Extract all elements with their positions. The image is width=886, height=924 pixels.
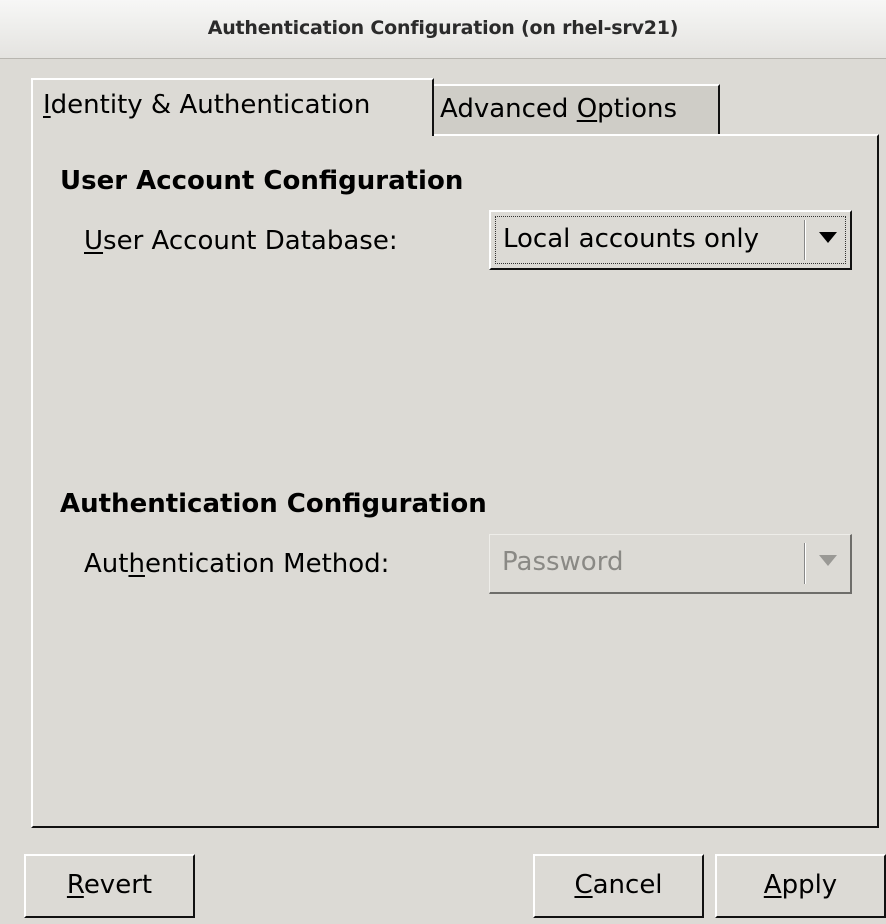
- button-label: pply: [781, 870, 838, 900]
- apply-button[interactable]: Apply: [715, 854, 886, 918]
- label-before: Aut: [84, 549, 129, 579]
- user-account-database-label: User Account Database:: [84, 226, 398, 256]
- button-label: evert: [83, 870, 153, 900]
- button-mnemonic: A: [763, 870, 782, 900]
- active-tab-join: [33, 132, 432, 136]
- button-label: ancel: [592, 870, 663, 900]
- authentication-heading: Authentication Configuration: [60, 489, 487, 519]
- label-rest: ser Account Database:: [103, 226, 398, 256]
- label-mnemonic: h: [128, 549, 145, 579]
- label-mnemonic: U: [84, 226, 104, 256]
- tab-label: dentity & Authentication: [50, 90, 371, 120]
- label-after: entication Method:: [144, 549, 390, 579]
- window-title: Authentication Configuration (on rhel-sr…: [0, 0, 886, 59]
- tab-mnemonic: I: [43, 90, 51, 120]
- chevron-down-icon[interactable]: [819, 555, 837, 566]
- dropdown-separator: [804, 543, 806, 584]
- revert-button[interactable]: Revert: [24, 854, 195, 918]
- tab-label-after: ptions: [597, 94, 678, 124]
- button-mnemonic: C: [574, 870, 593, 900]
- tab-advanced-options[interactable]: Advanced Options: [432, 84, 720, 134]
- cancel-button[interactable]: Cancel: [533, 854, 704, 918]
- button-mnemonic: R: [66, 870, 84, 900]
- tab-mnemonic: O: [576, 94, 598, 124]
- tab-identity-authentication[interactable]: Identity & Authentication: [31, 78, 434, 136]
- authentication-method-dropdown[interactable]: Password: [489, 534, 852, 594]
- chevron-down-icon[interactable]: [819, 232, 837, 243]
- user-account-database-dropdown[interactable]: Local accounts only: [489, 210, 852, 270]
- user-account-heading: User Account Configuration: [60, 166, 464, 196]
- tab-label-before: Advanced: [440, 94, 577, 124]
- authentication-method-label: Authentication Method:: [84, 549, 389, 579]
- dropdown-value: Password: [502, 547, 624, 577]
- dropdown-value: Local accounts only: [503, 224, 760, 254]
- dropdown-separator: [804, 220, 806, 260]
